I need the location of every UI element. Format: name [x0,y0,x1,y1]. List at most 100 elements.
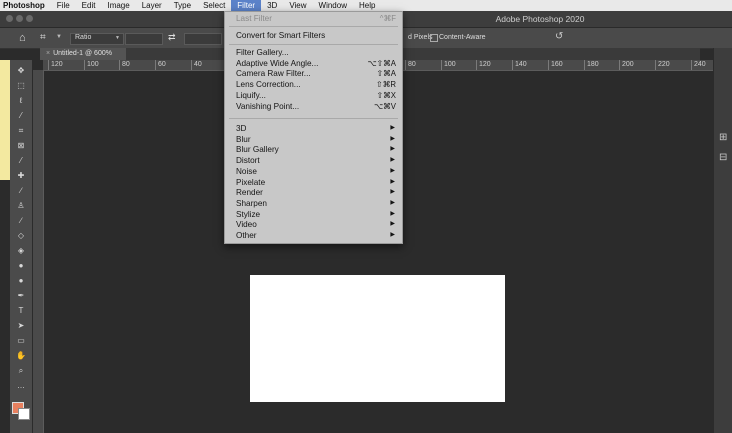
menu-app-photoshop[interactable]: Photoshop [0,0,51,11]
menu-shortcut: ⇧⌘R [376,80,396,90]
brush-icon[interactable]: ∕ [14,186,28,196]
ruler-tick [512,60,513,70]
dodge-icon[interactable]: ● [14,276,28,286]
ruler-label: 100 [444,61,456,68]
menu-type[interactable]: Type [168,0,197,11]
minimize-window-button[interactable] [16,15,23,22]
zoom-icon[interactable]: ⌕ [14,366,28,376]
menu-edit[interactable]: Edit [76,0,102,11]
vertical-ruler [33,70,44,433]
menu-item-other[interactable]: Other ▶ [225,231,402,242]
crop-tool-icon[interactable]: ⌗ [40,32,46,43]
menu-item-sharpen[interactable]: Sharpen ▶ [225,199,402,210]
menu-item-stylize[interactable]: Stylize ▶ [225,210,402,221]
panel-icon[interactable]: ⊞ [719,132,727,143]
rectangle-icon[interactable]: ▭ [14,336,28,346]
pen-icon[interactable]: ✒ [14,291,28,301]
menu-3d[interactable]: 3D [261,0,283,11]
menu-item-liquify[interactable]: Liquify... ⇧⌘X [225,91,402,102]
menu-item-blur-gallery[interactable]: Blur Gallery ▶ [225,145,402,156]
height-field[interactable] [184,33,222,45]
menu-view[interactable]: View [283,0,312,11]
content-aware-checkbox[interactable] [430,34,438,42]
hand-icon[interactable]: ✋ [14,351,28,361]
paint-bucket-icon[interactable]: ◈ [14,246,28,256]
ruler-tick [119,60,120,70]
chevron-down-icon[interactable]: ▼ [56,34,62,40]
menu-item-video[interactable]: Video ▶ [225,220,402,231]
eraser-icon[interactable]: ◇ [14,231,28,241]
stamp-icon[interactable]: ♙ [14,201,28,211]
menu-item-vanishing-point[interactable]: Vanishing Point... ⌥⌘V [225,102,402,113]
ratio-select[interactable]: Ratio ▼ [70,33,124,45]
menu-item-label: 3D [236,124,247,133]
ratio-label: Ratio [75,34,92,41]
ruler-label: 200 [622,61,634,68]
panel-icon[interactable]: ⊟ [719,152,727,163]
document-canvas[interactable] [250,275,505,402]
ruler-tick [48,60,49,70]
menu-item-noise[interactable]: Noise ▶ [225,167,402,178]
menu-help[interactable]: Help [353,0,381,11]
tab-document[interactable]: ×Untitled-1 @ 600% (RGB/8*) [40,48,126,69]
menu-select[interactable]: Select [197,0,231,11]
submenu-arrow-icon: ▶ [390,232,395,238]
menu-item-lens-correction[interactable]: Lens Correction... ⇧⌘R [225,80,402,91]
ruler-label: 240 [694,61,706,68]
blur-icon[interactable]: ● [14,261,28,271]
reset-icon[interactable]: ↺ [555,31,563,42]
home-icon[interactable]: ⌂ [19,32,26,44]
crop-icon[interactable]: ⌗ [14,126,28,136]
menu-shortcut: ⇧⌘A [376,69,396,79]
magic-wand-icon[interactable]: ⁄ [14,111,28,121]
history-brush-icon[interactable]: ∕ [14,216,28,226]
menu-item-filter-gallery[interactable]: Filter Gallery... [225,48,402,59]
menu-item-label: Convert for Smart Filters [236,31,326,40]
eyedropper-icon[interactable]: ⁄ [14,156,28,166]
zoom-window-button[interactable] [26,15,33,22]
menu-window[interactable]: Window [313,0,353,11]
delete-pixels-label: d Pixels [408,34,433,41]
menu-item-label: Vanishing Point... [236,101,300,111]
menu-item-label: Camera Raw Filter... [236,69,311,79]
swap-icon[interactable]: ⇄ [168,32,176,43]
chevron-down-icon: ▼ [115,35,120,41]
menu-item-3d[interactable]: 3D ▶ [225,124,402,135]
frame-icon[interactable]: ⊠ [14,141,28,151]
menu-item-convert-smart-filters[interactable]: Convert for Smart Filters [225,31,402,42]
ruler-label: 220 [658,61,670,68]
menu-item-camera-raw-filter[interactable]: Camera Raw Filter... ⇧⌘A [225,69,402,80]
type-icon[interactable]: T [14,306,28,316]
menu-item-render[interactable]: Render ▶ [225,188,402,199]
close-tab-icon[interactable]: × [46,50,50,57]
move-icon[interactable]: ✥ [14,66,28,76]
menu-item-blur[interactable]: Blur ▶ [225,135,402,146]
menu-file[interactable]: File [51,0,76,11]
menu-item-label: Other [236,231,257,240]
menu-item-distort[interactable]: Distort ▶ [225,156,402,167]
ruler-tick [441,60,442,70]
ruler-label: 100 [87,61,99,68]
menu-item-last-filter: Last Filter ^⌘F [225,14,402,25]
menu-item-label: Adaptive Wide Angle... [236,58,319,68]
menu-item-adaptive-wide-angle[interactable]: Adaptive Wide Angle... ⌥⇧⌘A [225,59,402,70]
path-select-icon[interactable]: ➤ [14,321,28,331]
close-window-button[interactable] [6,15,13,22]
background-color-swatch[interactable] [18,408,30,420]
menu-item-pixelate[interactable]: Pixelate ▶ [225,178,402,189]
menu-image[interactable]: Image [101,0,135,11]
submenu-arrow-icon: ▶ [390,210,395,217]
menu-layer[interactable]: Layer [136,0,168,11]
content-aware-label: Content-Aware [439,34,486,41]
lasso-icon[interactable]: ℓ [14,96,28,106]
marquee-icon[interactable]: ⬚ [14,81,28,91]
menu-item-label: Lens Correction... [236,80,301,90]
width-field[interactable] [125,33,163,45]
menu-item-label: Liquify... [236,90,266,100]
more-tools-icon[interactable]: … [14,381,28,391]
menu-item-label: Blur Gallery [236,145,279,155]
ruler-tick [548,60,549,70]
menu-filter[interactable]: Filter [231,0,262,11]
healing-icon[interactable]: ✚ [14,171,28,181]
ruler-label: 180 [587,61,599,68]
